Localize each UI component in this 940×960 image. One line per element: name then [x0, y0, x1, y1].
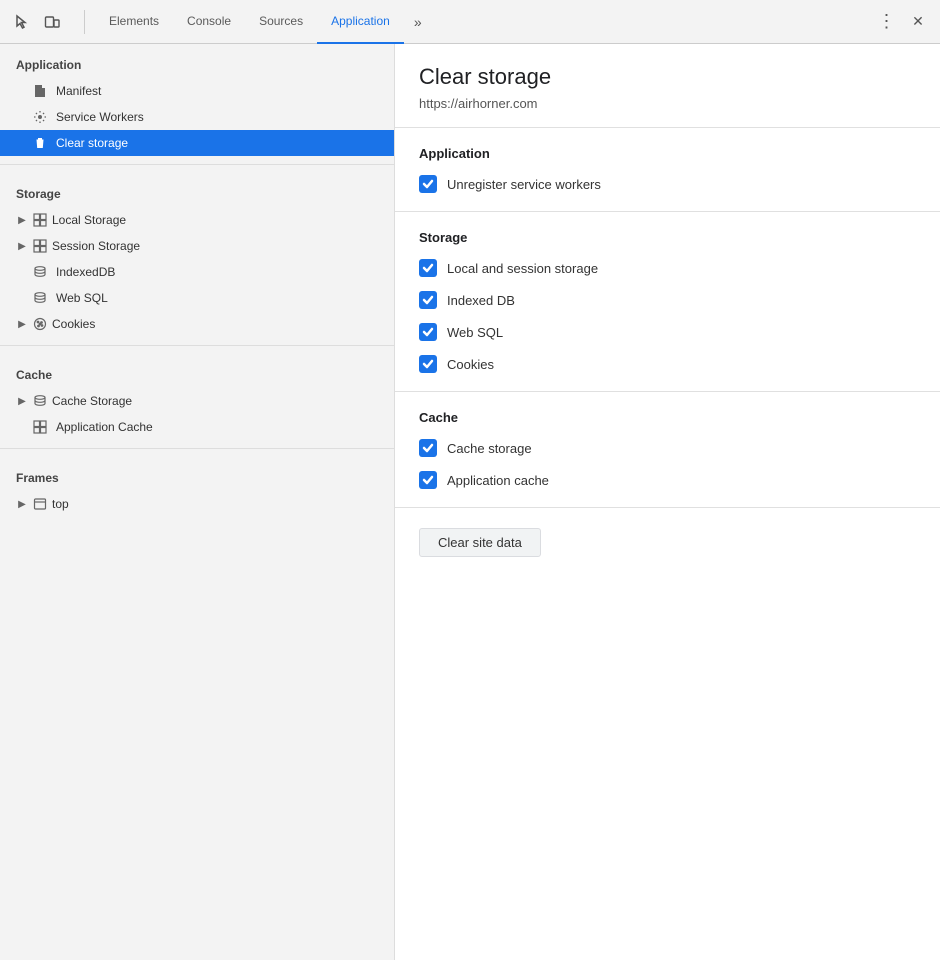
sidebar-item-local-storage-label: Local Storage [52, 213, 126, 227]
arrow-icon-top: ▶ [16, 499, 28, 510]
sidebar-item-manifest[interactable]: Manifest [0, 78, 394, 104]
arrow-icon-cookies: ▶ [16, 319, 28, 330]
sidebar-item-clear-storage[interactable]: Clear storage [0, 130, 394, 156]
checkbox-local-session[interactable] [419, 259, 437, 277]
toolbar-tabs: Elements Console Sources Application » [95, 0, 868, 44]
tab-elements[interactable]: Elements [95, 0, 173, 44]
sidebar-section-cache: Cache [0, 354, 394, 388]
sidebar-item-cookies[interactable]: ▶ Cookies [0, 311, 394, 337]
content-section-storage: Storage Local and session storage Indexe… [395, 212, 940, 392]
checkbox-cache-storage[interactable] [419, 439, 437, 457]
cookie-icon [32, 316, 48, 332]
checkbox-label-local-session: Local and session storage [447, 261, 598, 276]
checkbox-unregister-sw[interactable] [419, 175, 437, 193]
sidebar-item-cache-storage-label: Cache Storage [52, 394, 132, 408]
gear-icon [32, 109, 48, 125]
arrow-icon-session: ▶ [16, 241, 28, 252]
doc-icon [32, 83, 48, 99]
sidebar-item-application-cache[interactable]: Application Cache [0, 414, 394, 440]
checkbox-web-sql[interactable] [419, 323, 437, 341]
sidebar-item-cookies-label: Cookies [52, 317, 95, 331]
window-icon [32, 496, 48, 512]
content-section-cache-title: Cache [419, 410, 916, 425]
sidebar-item-session-storage[interactable]: ▶ Session Storage [0, 233, 394, 259]
content-section-cache: Cache Cache storage Application cache [395, 392, 940, 508]
db-icon-indexed [32, 264, 48, 280]
checkbox-indexed-db[interactable] [419, 291, 437, 309]
checkbox-row-cache-storage: Cache storage [419, 439, 916, 457]
sidebar-item-top-label: top [52, 497, 69, 511]
main-layout: Application Manifest Service Workers [0, 44, 940, 960]
device-toggle-button[interactable] [38, 8, 66, 36]
checkbox-row-app-cache: Application cache [419, 471, 916, 489]
sidebar-divider-1 [0, 164, 394, 165]
checkbox-label-indexed-db: Indexed DB [447, 293, 515, 308]
checkbox-label-app-cache: Application cache [447, 473, 549, 488]
sidebar: Application Manifest Service Workers [0, 44, 395, 960]
toolbar-icons [8, 8, 66, 36]
sidebar-item-web-sql[interactable]: Web SQL [0, 285, 394, 311]
content-section-application-title: Application [419, 146, 916, 161]
sidebar-item-manifest-label: Manifest [56, 84, 101, 98]
grid-icon-local [32, 212, 48, 228]
sidebar-item-indexeddb-label: IndexedDB [56, 265, 115, 279]
toolbar: Elements Console Sources Application » ⋮… [0, 0, 940, 44]
checkbox-app-cache[interactable] [419, 471, 437, 489]
sidebar-item-application-cache-label: Application Cache [56, 420, 153, 434]
checkbox-label-cookies: Cookies [447, 357, 494, 372]
sidebar-section-application: Application [0, 44, 394, 78]
sidebar-item-service-workers[interactable]: Service Workers [0, 104, 394, 130]
clear-site-data-button[interactable]: Clear site data [419, 528, 541, 557]
tab-console[interactable]: Console [173, 0, 245, 44]
sidebar-item-indexeddb[interactable]: IndexedDB [0, 259, 394, 285]
sidebar-section-frames: Frames [0, 457, 394, 491]
sidebar-item-web-sql-label: Web SQL [56, 291, 108, 305]
content-section-application: Application Unregister service workers [395, 128, 940, 212]
checkbox-cookies[interactable] [419, 355, 437, 373]
content-url: https://airhorner.com [419, 96, 916, 111]
arrow-icon: ▶ [16, 215, 28, 226]
tab-application[interactable]: Application [317, 0, 404, 44]
db-icon-websql [32, 290, 48, 306]
grid-icon-session [32, 238, 48, 254]
sidebar-divider-3 [0, 448, 394, 449]
trash-icon [32, 135, 48, 151]
more-options-icon: ⋮ [878, 11, 895, 32]
content-title: Clear storage [419, 64, 916, 90]
db-icon-cache [32, 393, 48, 409]
checkbox-label-web-sql: Web SQL [447, 325, 503, 340]
close-icon: ✕ [912, 13, 924, 30]
grid-icon-appcache [32, 419, 48, 435]
close-devtools-button[interactable]: ✕ [904, 8, 932, 36]
sidebar-section-storage: Storage [0, 173, 394, 207]
content-header: Clear storage https://airhorner.com [395, 44, 940, 128]
checkbox-row-local-session: Local and session storage [419, 259, 916, 277]
sidebar-item-session-storage-label: Session Storage [52, 239, 140, 253]
checkbox-row-indexed-db: Indexed DB [419, 291, 916, 309]
checkbox-row-unregister-sw: Unregister service workers [419, 175, 916, 193]
content-section-storage-title: Storage [419, 230, 916, 245]
checkbox-row-web-sql: Web SQL [419, 323, 916, 341]
cursor-tool-button[interactable] [8, 8, 36, 36]
sidebar-item-top[interactable]: ▶ top [0, 491, 394, 517]
sidebar-item-clear-storage-label: Clear storage [56, 136, 128, 150]
more-tabs-button[interactable]: » [404, 8, 432, 36]
sidebar-item-local-storage[interactable]: ▶ Local Storage [0, 207, 394, 233]
toolbar-right: ⋮ ✕ [872, 8, 932, 36]
checkbox-label-cache-storage: Cache storage [447, 441, 532, 456]
sidebar-item-cache-storage[interactable]: ▶ Cache Storage [0, 388, 394, 414]
clear-btn-section: Clear site data [395, 508, 940, 577]
content-panel: Clear storage https://airhorner.com Appl… [395, 44, 940, 960]
arrow-icon-cache: ▶ [16, 396, 28, 407]
checkbox-label-unregister-sw: Unregister service workers [447, 177, 601, 192]
checkbox-row-cookies: Cookies [419, 355, 916, 373]
sidebar-divider-2 [0, 345, 394, 346]
tab-sources[interactable]: Sources [245, 0, 317, 44]
toolbar-separator [84, 10, 85, 34]
more-options-button[interactable]: ⋮ [872, 8, 900, 36]
sidebar-item-service-workers-label: Service Workers [56, 110, 144, 124]
